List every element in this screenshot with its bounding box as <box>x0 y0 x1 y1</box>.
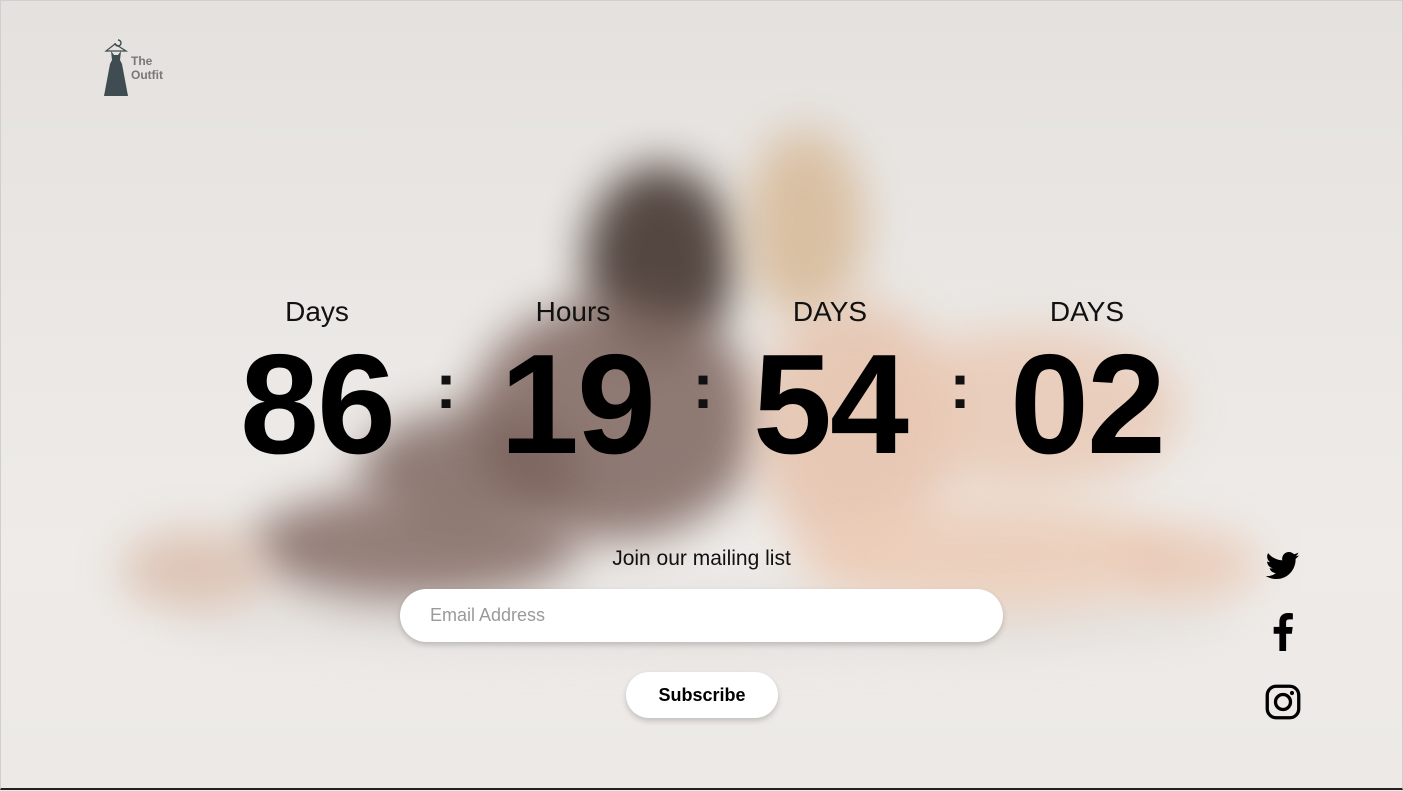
countdown-separator: : <box>692 350 714 422</box>
instagram-icon <box>1265 684 1301 720</box>
countdown-label-seconds: DAYS <box>1049 296 1125 327</box>
mailing-list-title: Join our mailing list <box>612 547 791 570</box>
twitter-link[interactable] <box>1262 546 1304 586</box>
instagram-link[interactable] <box>1262 682 1304 722</box>
countdown-value-days: 86 <box>240 325 396 484</box>
subscribe-button[interactable]: Subscribe <box>626 672 778 718</box>
countdown-label-days: Days <box>285 296 349 327</box>
countdown-value-hours: 19 <box>500 325 656 484</box>
countdown-value-minutes: 54 <box>753 325 909 484</box>
countdown-value-seconds: 02 <box>1010 325 1166 484</box>
coming-soon-page: The Outfit Days 86 : Hours 19 : DAYS 54 … <box>0 0 1403 791</box>
facebook-link[interactable] <box>1262 612 1304 652</box>
twitter-icon <box>1266 551 1300 580</box>
facebook-icon <box>1273 613 1293 651</box>
countdown-label-minutes: DAYS <box>792 296 868 327</box>
email-field[interactable] <box>400 589 1003 642</box>
countdown-separator: : <box>949 350 971 422</box>
countdown-separator: : <box>435 350 457 422</box>
countdown-label-hours: Hours <box>535 296 611 327</box>
